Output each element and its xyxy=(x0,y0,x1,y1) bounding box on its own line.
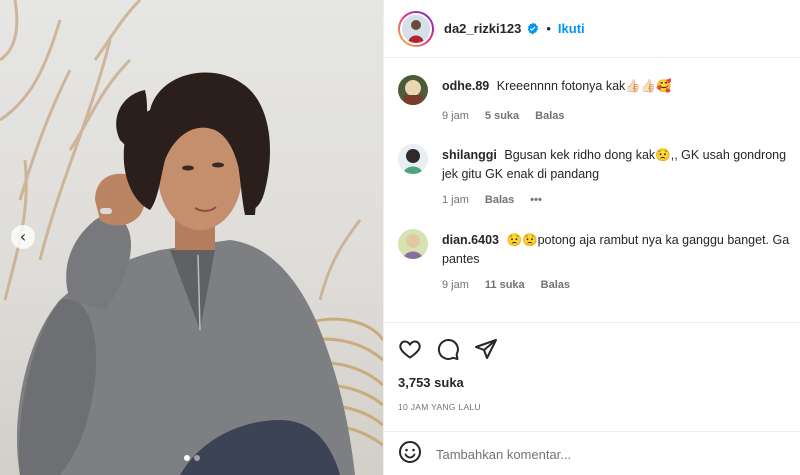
reply-button[interactable]: Balas xyxy=(535,110,564,122)
comment-username[interactable]: shilanggi xyxy=(442,148,497,162)
carousel-dot xyxy=(184,455,190,461)
comment-likes[interactable]: 11 suka xyxy=(485,279,525,291)
comment-username[interactable]: dian.6403 xyxy=(442,233,499,247)
comment-meta: 9 jam 5 suka Balas xyxy=(442,110,565,122)
post-photo[interactable]: ‹ xyxy=(0,0,383,475)
comment-icon[interactable] xyxy=(436,337,460,366)
follow-button[interactable]: Ikuti xyxy=(558,21,585,36)
comment-input[interactable]: Tambahkan komentar... xyxy=(436,447,571,462)
comment-time: 1 jam xyxy=(442,194,469,206)
like-count[interactable]: 3,753 suka xyxy=(398,375,464,390)
comment-time: 9 jam xyxy=(442,110,469,122)
post-header: da2_rizki123 • Ikuti xyxy=(384,0,800,58)
reply-button[interactable]: Balas xyxy=(485,194,514,206)
emoji-icon[interactable] xyxy=(398,440,422,469)
comment-text: Kreeennnn fotonya kak👍🏻👍🏻🥰 xyxy=(496,79,672,93)
post-timestamp: 10 JAM YANG LALU xyxy=(398,402,481,412)
author-avatar[interactable] xyxy=(398,10,434,47)
comment-meta: 1 jam Balas ••• xyxy=(442,194,542,206)
separator-dot: • xyxy=(546,21,551,36)
comment-options-icon[interactable]: ••• xyxy=(530,194,542,206)
chevron-left-icon: ‹ xyxy=(19,227,27,246)
comment-time: 9 jam xyxy=(442,279,469,291)
commenter-avatar[interactable] xyxy=(398,229,428,259)
author-username[interactable]: da2_rizki123 xyxy=(444,21,521,36)
avatar-image xyxy=(402,14,430,43)
share-icon[interactable] xyxy=(474,337,498,366)
action-icons xyxy=(398,337,498,366)
post-details-panel: da2_rizki123 • Ikuti odhe.89 Kreeennnn f… xyxy=(383,0,800,475)
comment-meta: 9 jam 11 suka Balas xyxy=(442,279,570,291)
reply-button[interactable]: Balas xyxy=(541,279,570,291)
add-comment-bar: Tambahkan komentar... xyxy=(384,431,800,475)
heart-icon[interactable] xyxy=(398,337,422,366)
post-image xyxy=(0,0,383,475)
post-actions: 3,753 suka 10 JAM YANG LALU Tambahkan ko… xyxy=(384,322,800,475)
commenter-avatar[interactable] xyxy=(398,75,428,105)
verified-badge-icon xyxy=(526,22,539,35)
comment-username[interactable]: odhe.89 xyxy=(442,79,489,93)
carousel-indicator xyxy=(184,455,200,461)
carousel-dot xyxy=(194,455,200,461)
comment-likes[interactable]: 5 suka xyxy=(485,110,519,122)
carousel-prev-button[interactable]: ‹ xyxy=(11,225,35,249)
commenter-avatar[interactable] xyxy=(398,144,428,174)
comments-list: odhe.89 Kreeennnn fotonya kak👍🏻👍🏻🥰 9 jam… xyxy=(384,59,800,319)
